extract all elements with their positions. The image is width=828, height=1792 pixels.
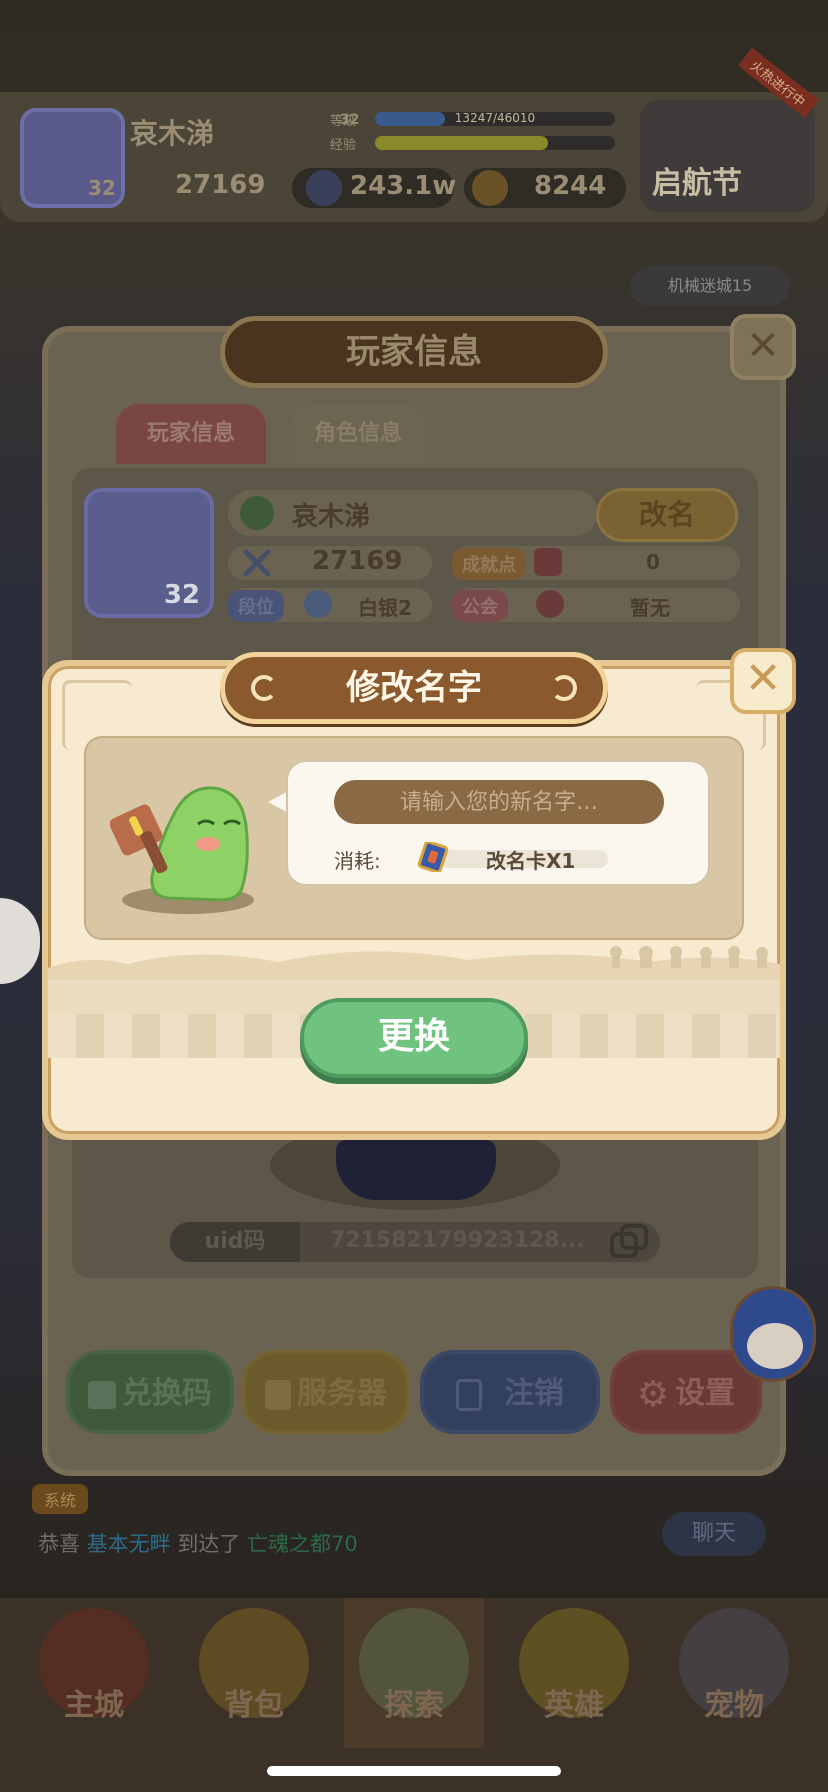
rank-label: 段位: [228, 590, 284, 622]
server-button: 服务器: [242, 1350, 410, 1434]
guild-value: 暂无: [630, 596, 670, 620]
chat-channel-tag: 系统: [32, 1484, 89, 1514]
achievement-label: 成就点: [452, 548, 526, 580]
close-icon: ✕: [744, 653, 782, 704]
cost-value: 改名卡X1: [486, 849, 576, 873]
nav-explore: 探索: [344, 1598, 484, 1748]
bottom-navigation: 主城 背包 探索 英雄 宠物: [0, 1598, 828, 1792]
level-value-bg: 32: [340, 112, 360, 128]
id-card-icon: [456, 1378, 482, 1411]
event-label: 启航节: [652, 166, 742, 201]
coins-pill: 243.1w: [292, 168, 457, 208]
guild-icon: [536, 590, 564, 618]
chat-message: 恭喜 基本无畔 到达了 亡魂之都70: [38, 1532, 358, 1556]
coin-icon: [306, 170, 342, 206]
rename-close-button[interactable]: ✕: [730, 648, 796, 714]
coins-value: 243.1w: [350, 171, 457, 201]
swirl-icon: [551, 675, 577, 701]
player-name: 哀木涕: [292, 502, 371, 532]
level-bar-bg: 13247/46010: [375, 111, 615, 126]
swords-icon: [242, 548, 272, 578]
rename-dialog-title: 修改名字: [220, 652, 608, 724]
logout-button: 注销: [420, 1350, 600, 1434]
rename-card-icon: [417, 842, 449, 872]
player-info-title: 玩家信息: [220, 316, 608, 388]
name-row: [228, 490, 598, 536]
uid-value: 721582179923128...: [330, 1228, 585, 1253]
player-name-bg: 哀木涕: [130, 117, 215, 150]
player-power: 27169: [312, 546, 403, 576]
event-banner: 火热进行中 启航节: [640, 47, 819, 212]
nav-main-city: 主城: [24, 1598, 164, 1748]
slime-mascot: [110, 786, 254, 914]
gems-value: 8244: [534, 171, 607, 201]
exp-text-bg: 13247/46010: [454, 111, 536, 125]
confirm-rename-button[interactable]: 更换: [300, 998, 528, 1078]
server-icon: [265, 1379, 291, 1410]
rename-button: 改名: [596, 488, 738, 542]
player-info-close-button: ✕: [730, 314, 796, 380]
home-indicator[interactable]: [267, 1766, 561, 1776]
cost-label: 消耗:: [334, 849, 381, 873]
achievement-value: 0: [646, 550, 660, 574]
uid-label: uid码: [170, 1222, 300, 1262]
achievement-icon: [534, 548, 562, 576]
tab-player-info: 玩家信息: [116, 404, 266, 464]
helper-character-avatar: [730, 1286, 816, 1382]
copy-icon: [608, 1222, 652, 1262]
exp-bar-bg: [375, 136, 615, 150]
gem-icon: [472, 170, 508, 206]
rank-value: 白银2: [358, 596, 412, 620]
redeem-code-button: 兑换码: [66, 1350, 234, 1434]
swirl-icon: [251, 675, 277, 701]
nav-backpack: 背包: [184, 1598, 324, 1748]
silhouettes-decoration: [610, 946, 768, 968]
nav-heroes: 英雄: [504, 1598, 644, 1748]
guild-label: 公会: [452, 590, 508, 622]
nav-pets: 宠物: [664, 1598, 804, 1748]
rank-icon: [304, 590, 332, 618]
player-power-bg: 27169: [175, 170, 266, 200]
player-level-bg: 32: [88, 176, 116, 200]
gems-pill: 8244: [464, 168, 626, 208]
chat-button: 聊天: [662, 1512, 766, 1556]
new-name-input[interactable]: [334, 780, 664, 824]
player-level-badge: 32: [163, 580, 200, 610]
close-icon: ✕: [746, 323, 780, 369]
tab-role-info: 角色信息: [290, 404, 426, 464]
exp-label-bg: 经验: [330, 138, 357, 153]
player-badge-icon: [240, 496, 274, 530]
player-avatar: 32: [84, 488, 214, 618]
quest-pill: 机械迷城15: [630, 266, 790, 306]
character-feet: [336, 1140, 496, 1200]
gift-icon: [88, 1380, 116, 1409]
gear-icon: ⚙: [636, 1373, 670, 1415]
